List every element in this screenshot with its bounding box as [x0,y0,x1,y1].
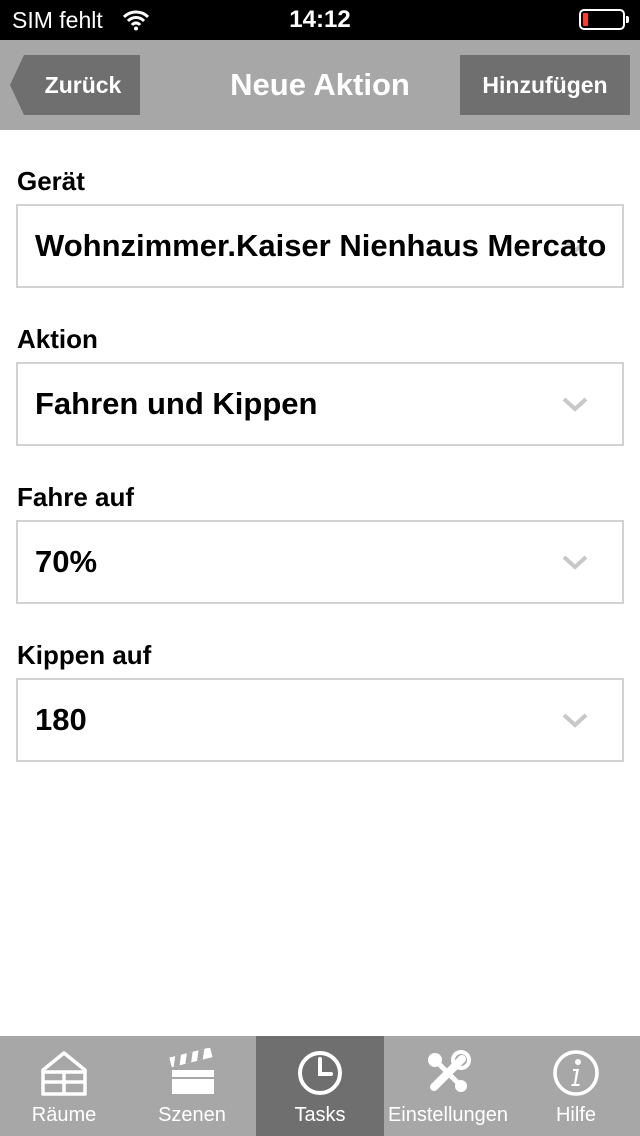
action-select[interactable]: Fahren und Kippen [16,362,624,446]
tab-label: Tasks [294,1104,346,1126]
back-button[interactable]: Zurück [10,55,140,115]
clock-icon [298,1051,342,1095]
chevron-down-icon [562,555,588,570]
add-button[interactable]: Hinzufügen [460,55,630,115]
tab-label: Szenen [158,1104,226,1126]
battery-level [583,13,588,26]
tilt-to-label: Kippen auf [17,640,152,670]
drive-to-label: Fahre auf [17,482,135,512]
house-icon [41,1051,87,1096]
page-title: Neue Aktion [230,67,410,102]
back-button-label: Zurück [44,72,122,98]
drive-to-value: 70% [35,544,98,579]
chevron-down-icon [562,397,588,412]
device-value: Wohnzimmer.Kaiser Nienhaus Mercato [35,228,607,263]
tab-label: Einstellungen [387,1104,509,1126]
action-value: Fahren und Kippen [35,386,318,421]
tilt-to-value: 180 [35,702,87,737]
tab-bar: Räume Szenen Tasks Einstellungen Hilfe [0,1036,640,1136]
battery-icon [579,9,625,30]
tab-settings[interactable]: Einstellungen [384,1036,512,1136]
device-label: Gerät [17,166,85,196]
tab-scenes[interactable]: Szenen [128,1036,256,1136]
status-bar: SIM fehlt 14:12 [0,0,640,40]
tilt-to-select[interactable]: 180 [16,678,624,762]
battery-tip [626,16,629,23]
tab-help[interactable]: Hilfe [512,1036,640,1136]
info-icon [553,1050,599,1096]
clock-time: 14:12 [289,6,351,33]
clapperboard-icon [169,1048,214,1094]
tools-icon [428,1050,471,1092]
drive-to-select[interactable]: 70% [16,520,624,604]
tab-rooms[interactable]: Räume [0,1036,128,1136]
tab-tasks[interactable]: Tasks [256,1036,384,1136]
action-label: Aktion [17,324,98,354]
tab-label: Räume [31,1104,97,1126]
tab-label: Hilfe [555,1104,596,1126]
navigation-bar: Zurück Neue Aktion Hinzufügen [0,40,640,130]
device-select[interactable]: Wohnzimmer.Kaiser Nienhaus Mercato [16,204,624,288]
chevron-down-icon [562,713,588,728]
